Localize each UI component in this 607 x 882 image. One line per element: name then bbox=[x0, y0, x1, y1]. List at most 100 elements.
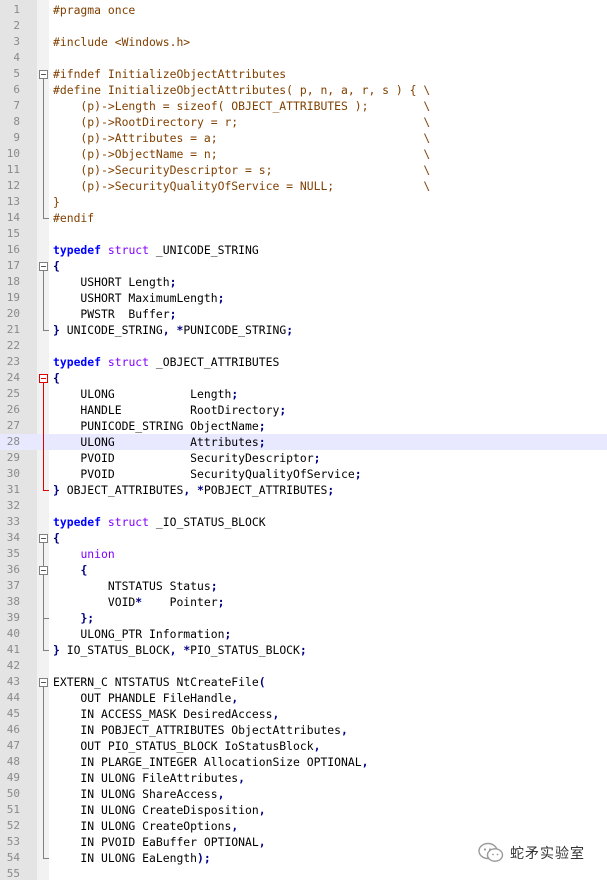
code-line[interactable]: 29 PVOID SecurityDescriptor; bbox=[0, 450, 607, 466]
code-line[interactable]: 35 union bbox=[0, 546, 607, 562]
code-text: typedef struct _OBJECT_ATTRIBUTES bbox=[53, 355, 280, 369]
fold-end-marker bbox=[43, 650, 49, 651]
line-number: 53 bbox=[6, 835, 20, 848]
code-line[interactable]: 42 bbox=[0, 658, 607, 674]
code-line[interactable]: 20 PWSTR Buffer; bbox=[0, 306, 607, 322]
code-line[interactable]: 38 VOID* Pointer; bbox=[0, 594, 607, 610]
fold-toggle-icon[interactable] bbox=[39, 70, 48, 79]
code-line[interactable]: 21} UNICODE_STRING, *PUNICODE_STRING; bbox=[0, 322, 607, 338]
code-line[interactable]: 46 IN POBJECT_ATTRIBUTES ObjectAttribute… bbox=[0, 722, 607, 738]
code-text: EXTERN_C NTSTATUS NtCreateFile( bbox=[53, 675, 266, 689]
code-line[interactable]: 13} bbox=[0, 194, 607, 210]
code-text: typedef struct _UNICODE_STRING bbox=[53, 243, 259, 257]
code-line[interactable]: 10 (p)->ObjectName = n; \ bbox=[0, 146, 607, 162]
code-text: IN PVOID EaBuffer OPTIONAL, bbox=[53, 835, 266, 849]
fold-toggle-icon[interactable] bbox=[39, 678, 48, 687]
fold-guide-line bbox=[43, 687, 44, 858]
code-text: { bbox=[53, 531, 60, 545]
watermark-text: 蛇矛实验室 bbox=[510, 846, 585, 862]
code-text: { bbox=[53, 259, 60, 273]
line-number: 37 bbox=[6, 579, 20, 592]
code-line[interactable]: 4 bbox=[0, 50, 607, 66]
code-text: ULONG Length; bbox=[53, 387, 239, 401]
line-number: 16 bbox=[6, 243, 20, 256]
code-line[interactable]: 6 #define InitializeObjectAttributes( p, … bbox=[0, 82, 607, 98]
fold-toggle-icon[interactable] bbox=[39, 534, 48, 543]
code-text: #define InitializeObjectAttributes( p, n… bbox=[53, 83, 431, 97]
code-line[interactable]: 47 OUT PIO_STATUS_BLOCK IoStatusBlock, bbox=[0, 738, 607, 754]
code-line[interactable]: 33 typedef struct _IO_STATUS_BLOCK bbox=[0, 514, 607, 530]
code-line[interactable]: 19 USHORT MaximumLength; bbox=[0, 290, 607, 306]
code-line[interactable]: 15 bbox=[0, 226, 607, 242]
line-number: 30 bbox=[6, 467, 20, 480]
code-line[interactable]: 50 IN ULONG ShareAccess, bbox=[0, 786, 607, 802]
code-line[interactable]: 11 (p)->SecurityDescriptor = s; \ bbox=[0, 162, 607, 178]
fold-toggle-icon[interactable] bbox=[39, 262, 48, 271]
line-number: 1 bbox=[13, 3, 20, 16]
code-text: IN ULONG EaLength); bbox=[53, 851, 211, 865]
code-line[interactable]: 18 USHORT Length; bbox=[0, 274, 607, 290]
code-line[interactable]: 30 PVOID SecurityQualityOfService; bbox=[0, 466, 607, 482]
code-line[interactable]: 52 IN ULONG CreateOptions, bbox=[0, 818, 607, 834]
code-line[interactable]: 12 (p)->SecurityQualityOfService = NULL;… bbox=[0, 178, 607, 194]
code-line[interactable]: 2 bbox=[0, 18, 607, 34]
code-line[interactable]: 22 bbox=[0, 338, 607, 354]
code-line[interactable]: 48 IN PLARGE_INTEGER AllocationSize OPTI… bbox=[0, 754, 607, 770]
fold-guide-line bbox=[43, 383, 44, 490]
code-text: IN ULONG CreateOptions, bbox=[53, 819, 239, 833]
code-line[interactable]: 1 #pragma once bbox=[0, 2, 607, 18]
code-line[interactable]: 40 ULONG_PTR Information; bbox=[0, 626, 607, 642]
code-line[interactable]: 31} OBJECT_ATTRIBUTES, *POBJECT_ATTRIBUT… bbox=[0, 482, 607, 498]
line-number: 41 bbox=[6, 643, 20, 656]
line-number: 51 bbox=[6, 803, 20, 816]
fold-toggle-icon[interactable] bbox=[39, 374, 48, 383]
code-line[interactable]: 3 #include <Windows.h> bbox=[0, 34, 607, 50]
line-number: 14 bbox=[6, 211, 20, 224]
code-line[interactable]: 27 PUNICODE_STRING ObjectName; bbox=[0, 418, 607, 434]
code-text: IN ACCESS_MASK DesiredAccess, bbox=[53, 707, 280, 721]
code-line[interactable]: 9 (p)->Attributes = a; \ bbox=[0, 130, 607, 146]
line-number: 3 bbox=[13, 35, 20, 48]
line-number: 52 bbox=[6, 819, 20, 832]
line-number: 7 bbox=[13, 99, 20, 112]
code-line[interactable]: 45 IN ACCESS_MASK DesiredAccess, bbox=[0, 706, 607, 722]
code-line[interactable]: 34 { bbox=[0, 530, 607, 546]
code-line[interactable]: 17 { bbox=[0, 258, 607, 274]
code-line[interactable]: 36 { bbox=[0, 562, 607, 578]
line-number: 10 bbox=[6, 147, 20, 160]
code-line[interactable]: 37 NTSTATUS Status; bbox=[0, 578, 607, 594]
code-text: #ifndef InitializeObjectAttributes bbox=[53, 67, 287, 81]
code-line[interactable]: 43 EXTERN_C NTSTATUS NtCreateFile( bbox=[0, 674, 607, 690]
code-line[interactable]: 16 typedef struct _UNICODE_STRING bbox=[0, 242, 607, 258]
line-number: 48 bbox=[6, 755, 20, 768]
fold-end-marker bbox=[43, 490, 49, 491]
code-line[interactable]: 24 { bbox=[0, 370, 607, 386]
code-line[interactable]: 28 ULONG Attributes; bbox=[0, 434, 607, 450]
line-number: 27 bbox=[6, 419, 20, 432]
code-line[interactable]: 49 IN ULONG FileAttributes, bbox=[0, 770, 607, 786]
line-number: 29 bbox=[6, 451, 20, 464]
code-line[interactable]: 7 (p)->Length = sizeof( OBJECT_ATTRIBUTE… bbox=[0, 98, 607, 114]
code-line[interactable]: 25 ULONG Length; bbox=[0, 386, 607, 402]
code-line[interactable]: 39 }; bbox=[0, 610, 607, 626]
code-line[interactable]: 26 HANDLE RootDirectory; bbox=[0, 402, 607, 418]
code-line[interactable]: 44 OUT PHANDLE FileHandle, bbox=[0, 690, 607, 706]
code-line[interactable]: 51 IN ULONG CreateDisposition, bbox=[0, 802, 607, 818]
code-text: (p)->ObjectName = n; \ bbox=[53, 147, 431, 161]
code-text: #pragma once bbox=[53, 3, 136, 17]
line-number: 9 bbox=[13, 131, 20, 144]
line-number: 45 bbox=[6, 707, 20, 720]
code-text: (p)->Length = sizeof( OBJECT_ATTRIBUTES … bbox=[53, 99, 431, 113]
line-number: 12 bbox=[6, 179, 20, 192]
code-line[interactable]: 23 typedef struct _OBJECT_ATTRIBUTES bbox=[0, 354, 607, 370]
code-line[interactable]: 8 (p)->RootDirectory = r; \ bbox=[0, 114, 607, 130]
line-number: 42 bbox=[6, 659, 20, 672]
code-line[interactable]: 5 #ifndef InitializeObjectAttributes bbox=[0, 66, 607, 82]
line-number: 11 bbox=[6, 163, 20, 176]
code-line[interactable]: 14 #endif bbox=[0, 210, 607, 226]
code-editor[interactable]: 1 #pragma once 2 3 #include <Windows.h> 4 5 #if… bbox=[0, 0, 607, 880]
code-line[interactable]: 41} IO_STATUS_BLOCK, *PIO_STATUS_BLOCK; bbox=[0, 642, 607, 658]
fold-toggle-icon[interactable] bbox=[39, 566, 48, 575]
code-line[interactable]: 32 bbox=[0, 498, 607, 514]
line-number: 40 bbox=[6, 627, 20, 640]
